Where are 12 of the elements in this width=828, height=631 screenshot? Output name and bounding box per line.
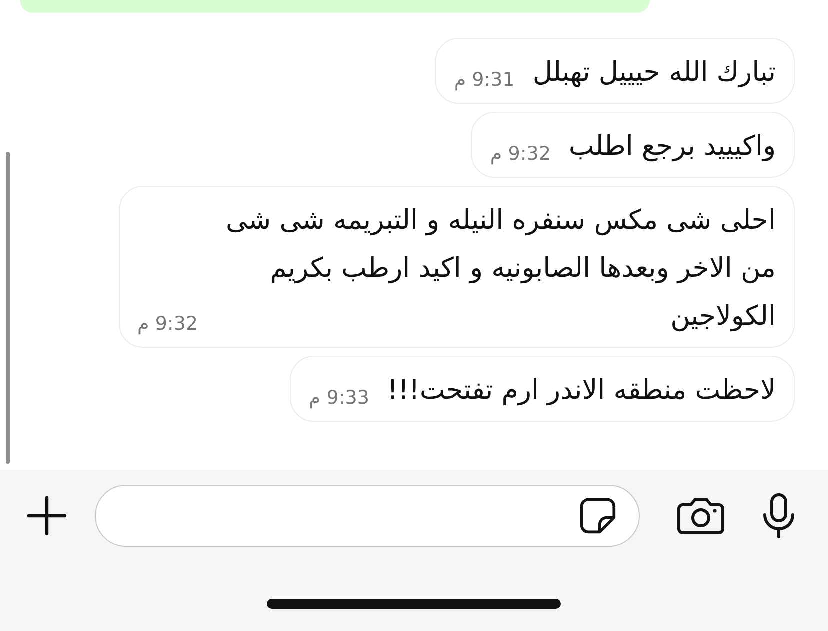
message-text: واكيييد برجع اطلب [568,130,776,164]
add-icon[interactable] [27,496,67,536]
message-text: احلى شى مكس سنفره النيله و التبريمه شى شى من الاخر وبعدها الصابونيه و اكيد ارطب بكريم الكولاجين [225,204,776,334]
message-text: تبارك الله حيييل تهبلل [532,56,776,90]
message-time: 9:33 م [308,387,370,411]
camera-icon[interactable] [677,496,725,536]
message-time: 9:32 م [490,143,551,167]
message-time: 9:31 م [454,69,515,93]
sticker-icon[interactable] [579,497,617,535]
message-text: لاحظت منطقه الاندر ارم تفتحت!!! [387,374,776,408]
message-time: 9:32 م [138,313,198,337]
microphone-icon[interactable] [762,493,796,539]
